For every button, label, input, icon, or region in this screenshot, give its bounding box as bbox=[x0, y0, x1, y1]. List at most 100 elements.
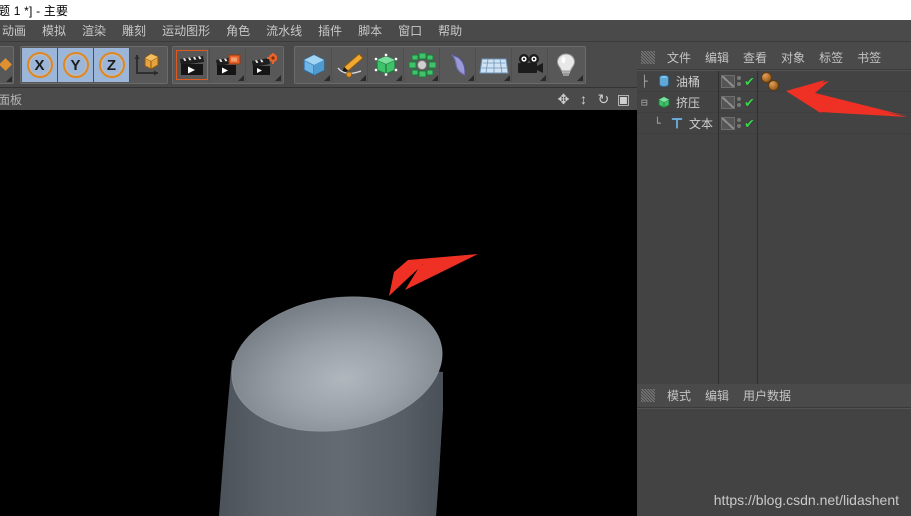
object-manager-panel: 文件 编辑 查看 对象 标签 书签 ├ 油桶 ✔ ⊟ 挤压 ✔ └ 文本 ✔ bbox=[637, 46, 911, 384]
object-name-cell[interactable]: ├ 油桶 bbox=[637, 71, 718, 92]
attribute-manager-content[interactable]: https://blog.csdn.net/lidashent bbox=[637, 408, 911, 516]
visibility-toggle-icon[interactable] bbox=[721, 74, 735, 88]
am-menu-edit[interactable]: 编辑 bbox=[698, 385, 736, 406]
viewport-header-bar: 面板 ✥ ↕ ↻ ▣ bbox=[0, 88, 637, 110]
add-floor-environment-button[interactable] bbox=[476, 48, 512, 82]
add-bend-deformer-button[interactable] bbox=[440, 48, 476, 82]
watermark-text: https://blog.csdn.net/lidashent bbox=[713, 492, 899, 508]
main-menu-bar: 动画 模拟 渲染 雕刻 运动图形 角色 流水线 插件 脚本 窗口 帮助 bbox=[0, 20, 911, 42]
editor-visibility-dot[interactable] bbox=[737, 118, 741, 122]
am-menu-userdata[interactable]: 用户数据 bbox=[736, 385, 798, 406]
material-tag-2[interactable] bbox=[768, 79, 779, 91]
object-manager-tree[interactable]: ├ 油桶 ✔ ⊟ 挤压 ✔ └ 文本 ✔ bbox=[637, 70, 911, 384]
viewport-3d-canvas[interactable] bbox=[0, 110, 637, 516]
attribute-manager-menu-bar: 模式 编辑 用户数据 bbox=[637, 384, 911, 408]
menu-script[interactable]: 脚本 bbox=[350, 20, 390, 41]
viewport-rotate-icon[interactable]: ↻ bbox=[595, 91, 612, 108]
add-spline-pen-button[interactable] bbox=[332, 48, 368, 82]
add-camera-button[interactable] bbox=[512, 48, 548, 82]
om-menu-view[interactable]: 查看 bbox=[736, 47, 774, 68]
om-menu-object[interactable]: 对象 bbox=[774, 47, 812, 68]
menu-animation[interactable]: 动画 bbox=[0, 20, 34, 41]
render-group bbox=[172, 46, 284, 84]
om-menu-bookmarks[interactable]: 书签 bbox=[850, 47, 888, 68]
om-menu-edit[interactable]: 编辑 bbox=[698, 47, 736, 68]
render-visibility-dot[interactable] bbox=[737, 103, 741, 107]
panel-grip-icon[interactable] bbox=[641, 51, 655, 64]
title-bar: 题 1 *] - 主要 bbox=[0, 0, 911, 20]
object-name-cell[interactable]: ⊟ 挤压 bbox=[637, 92, 718, 113]
render-view-button[interactable] bbox=[174, 48, 210, 82]
editor-visibility-dot[interactable] bbox=[737, 76, 741, 80]
am-menu-mode[interactable]: 模式 bbox=[660, 385, 698, 406]
render-to-picture-viewer-button[interactable] bbox=[210, 48, 246, 82]
add-light-button[interactable] bbox=[548, 48, 584, 82]
editor-visibility-dot[interactable] bbox=[737, 97, 741, 101]
window-title: 题 1 *] - 主要 bbox=[0, 3, 69, 18]
object-tags-cell[interactable] bbox=[757, 112, 911, 134]
lock-z-axis-button[interactable]: Z bbox=[94, 48, 130, 82]
flyout-corner-icon bbox=[577, 75, 583, 81]
viewport-zoom-icon[interactable]: ↕ bbox=[575, 91, 592, 108]
viewport-maximize-icon[interactable]: ▣ bbox=[615, 91, 632, 108]
om-menu-file[interactable]: 文件 bbox=[660, 47, 698, 68]
menu-character[interactable]: 角色 bbox=[218, 20, 258, 41]
annotation-arrow-viewport bbox=[389, 254, 478, 296]
object-row-text-spline[interactable]: └ 文本 ✔ bbox=[637, 112, 911, 134]
render-visibility-dot[interactable] bbox=[737, 82, 741, 86]
viewport-zoom-icon-glyph: ↕ bbox=[580, 91, 587, 107]
menu-plugins[interactable]: 插件 bbox=[310, 20, 350, 41]
flyout-corner-icon bbox=[468, 75, 474, 81]
viewport-rotate-icon-glyph: ↻ bbox=[597, 91, 610, 107]
object-visibility-cell[interactable]: ✔ bbox=[718, 70, 757, 92]
menu-render[interactable]: 渲染 bbox=[74, 20, 114, 41]
enabled-check-icon[interactable]: ✔ bbox=[744, 96, 755, 109]
object-label: 油桶 bbox=[676, 74, 701, 89]
om-menu-tags[interactable]: 标签 bbox=[812, 47, 850, 68]
render-visibility-dot[interactable] bbox=[737, 124, 741, 128]
add-array-button[interactable] bbox=[404, 48, 440, 82]
enabled-check-icon[interactable]: ✔ bbox=[744, 75, 755, 88]
menu-simulate[interactable]: 模拟 bbox=[34, 20, 74, 41]
toolbar-partial-group-left[interactable] bbox=[0, 46, 14, 84]
axis-lock-group: X Y Z bbox=[20, 46, 168, 84]
flyout-corner-icon bbox=[540, 75, 546, 81]
visibility-toggle-icon[interactable] bbox=[721, 95, 735, 109]
panel-grip-icon[interactable] bbox=[641, 389, 655, 402]
add-cube-primitive-button[interactable] bbox=[296, 48, 332, 82]
menu-pipeline[interactable]: 流水线 bbox=[258, 20, 310, 41]
object-tags-cell[interactable] bbox=[757, 91, 911, 113]
menu-mograph[interactable]: 运动图形 bbox=[154, 20, 218, 41]
object-row-extrude[interactable]: ⊟ 挤压 ✔ bbox=[637, 91, 911, 113]
object-visibility-cell[interactable]: ✔ bbox=[718, 112, 757, 134]
object-visibility-cell[interactable]: ✔ bbox=[718, 91, 757, 113]
visibility-dots-icon[interactable] bbox=[737, 76, 741, 86]
visibility-dots-icon[interactable] bbox=[737, 118, 741, 128]
visibility-toggle-icon[interactable] bbox=[721, 116, 735, 130]
flyout-corner-icon bbox=[360, 75, 366, 81]
menu-window[interactable]: 窗口 bbox=[390, 20, 430, 41]
flyout-corner-icon bbox=[6, 76, 12, 82]
object-tags-cell[interactable] bbox=[757, 70, 911, 92]
world-object-coordinate-toggle[interactable] bbox=[130, 48, 166, 82]
enabled-check-icon[interactable]: ✔ bbox=[744, 117, 755, 130]
light-bulb-icon bbox=[556, 53, 576, 76]
object-row-oil-drum[interactable]: ├ 油桶 ✔ bbox=[637, 70, 911, 92]
create-objects-group bbox=[294, 46, 586, 84]
visibility-dots-icon[interactable] bbox=[737, 97, 741, 107]
extrude-generator-icon bbox=[657, 95, 671, 109]
text-spline-icon bbox=[670, 116, 684, 130]
clapperboard-icon bbox=[179, 56, 204, 75]
lock-y-axis-button[interactable]: Y bbox=[58, 48, 94, 82]
menu-sculpt[interactable]: 雕刻 bbox=[114, 20, 154, 41]
viewport-move-icon[interactable]: ✥ bbox=[555, 91, 572, 108]
viewport-menu-panel[interactable]: 面板 bbox=[0, 89, 28, 110]
add-generator-button[interactable] bbox=[368, 48, 404, 82]
object-name-cell[interactable]: └ 文本 bbox=[637, 113, 718, 134]
lock-x-axis-button[interactable]: X bbox=[22, 48, 58, 82]
attribute-manager-panel: 模式 编辑 用户数据 https://blog.csdn.net/lidashent bbox=[637, 384, 911, 516]
menu-help[interactable]: 帮助 bbox=[430, 20, 470, 41]
flyout-corner-icon bbox=[396, 75, 402, 81]
clapperboard-picture-icon bbox=[215, 54, 240, 75]
render-settings-button[interactable] bbox=[246, 48, 282, 82]
